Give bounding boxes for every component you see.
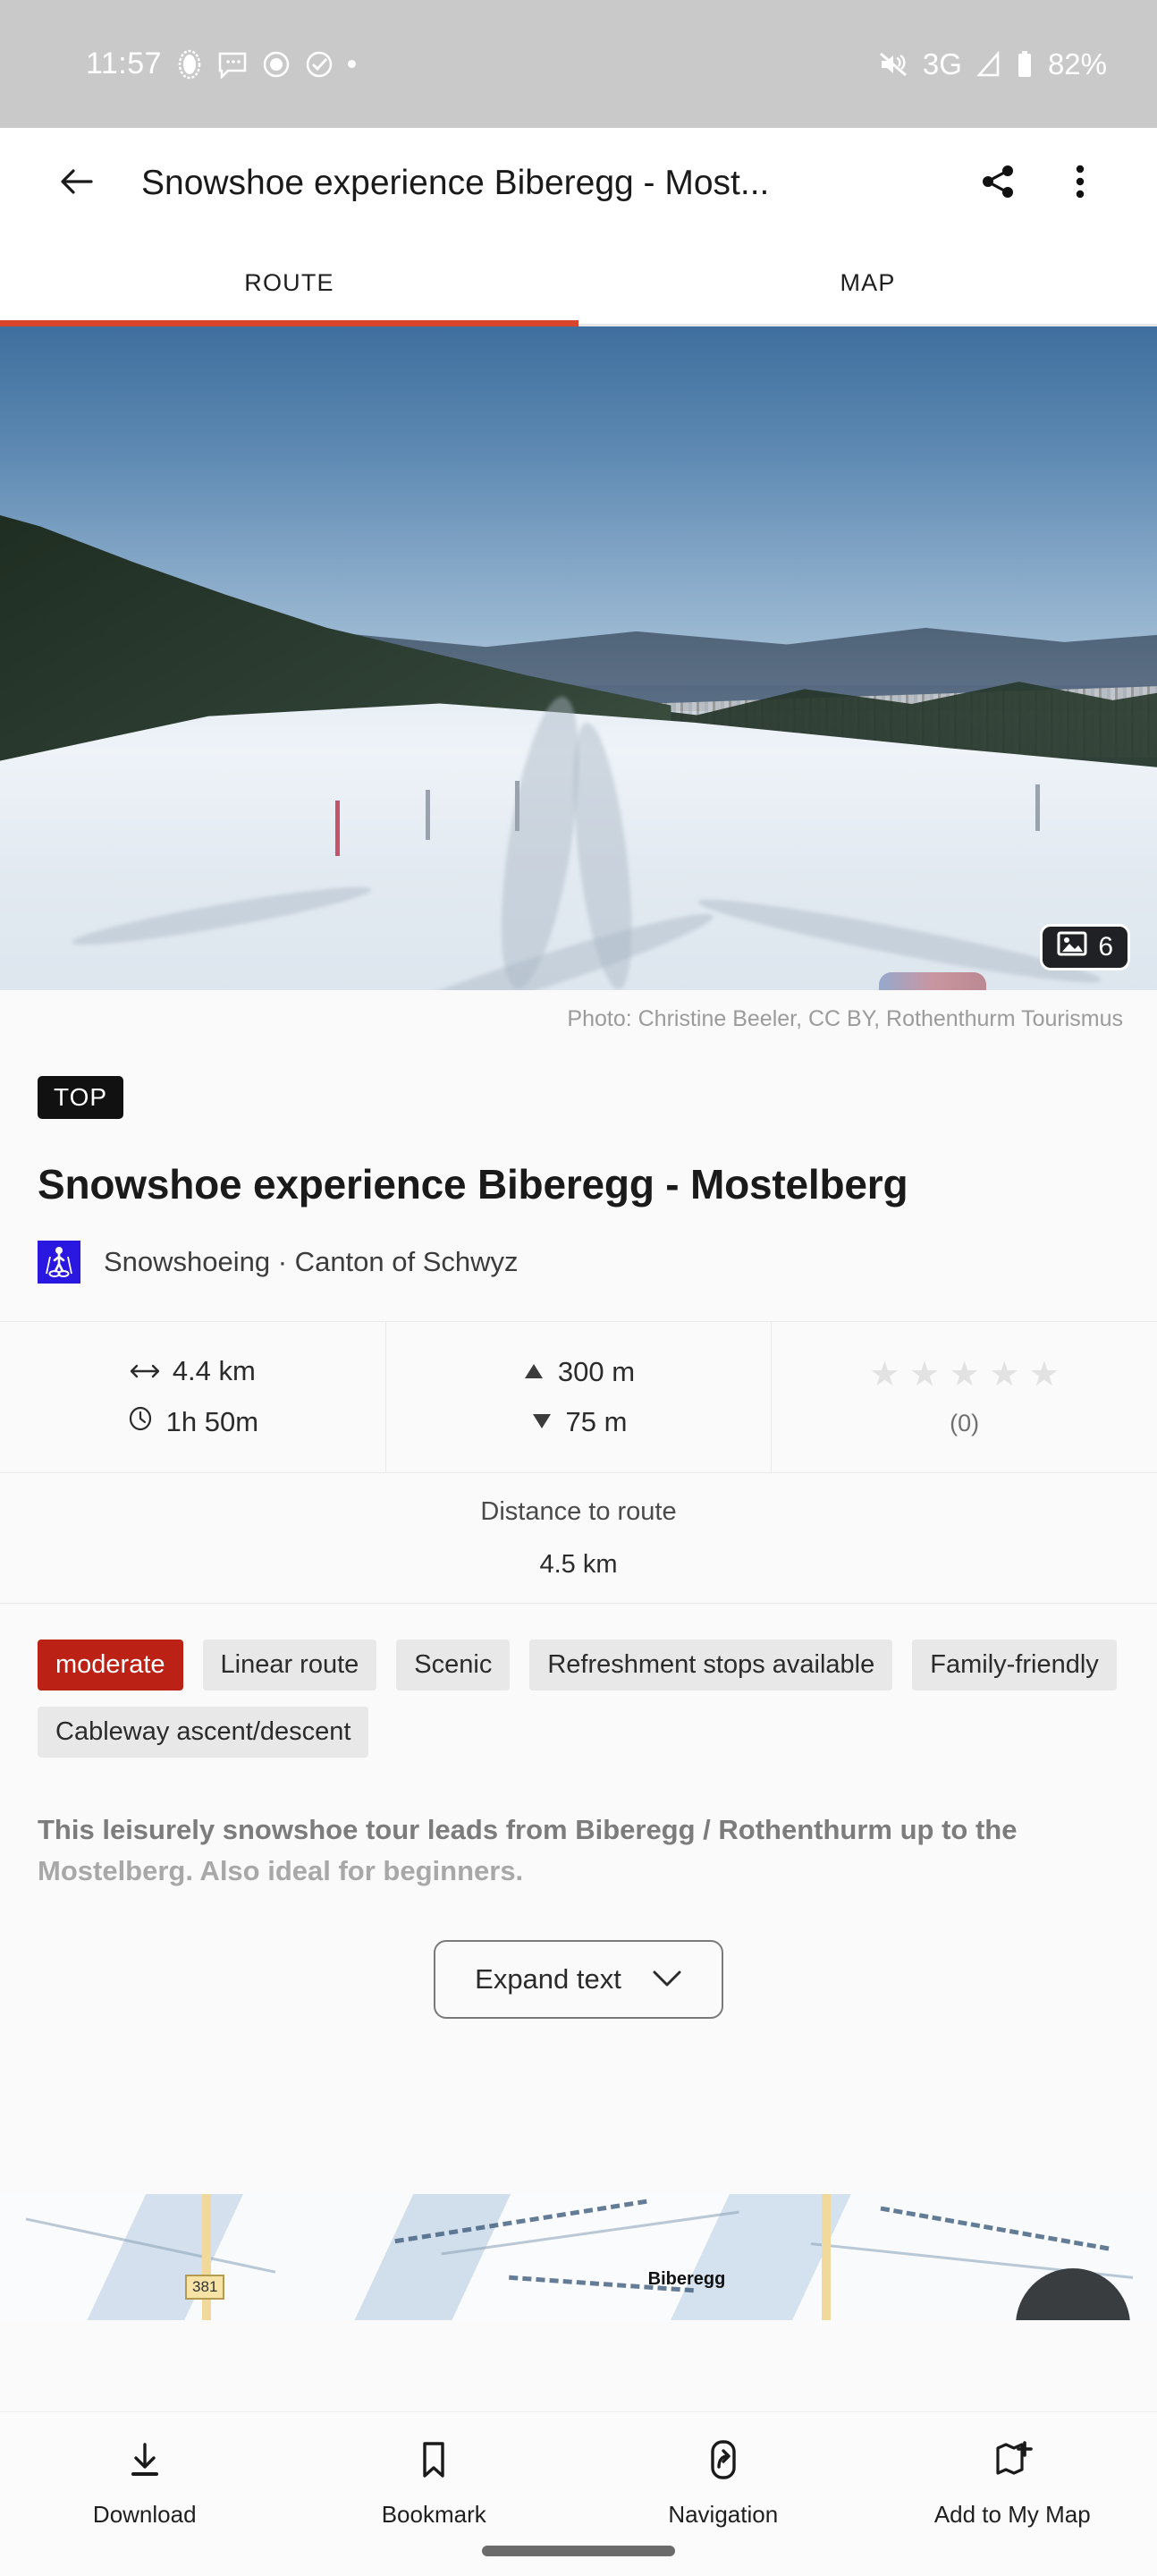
- ascent-value: 300 m: [557, 1356, 636, 1387]
- stat-ascent: 300 m: [522, 1356, 635, 1388]
- add-to-map-icon: [991, 2439, 1034, 2485]
- attribute-chips: moderate Linear route Scenic Refreshment…: [0, 1604, 1157, 1758]
- more-vertical-icon: [1073, 160, 1087, 208]
- status-bar-left: 11:57: [86, 47, 357, 81]
- app-screen: 11:57 3G 82% Snowshoe experience Bibereg…: [0, 0, 1157, 2576]
- stat-rating[interactable]: ★ ★ ★ ★ ★ (0): [771, 1322, 1157, 1472]
- descent-value: 75 m: [565, 1406, 628, 1437]
- expand-text-wrap: Expand text: [0, 1891, 1157, 2019]
- clock-icon: [127, 1405, 154, 1439]
- map-road: [821, 2193, 831, 2320]
- share-icon: [978, 162, 1018, 206]
- distance-arrows-icon: [130, 1355, 160, 1387]
- hero-photo[interactable]: 6: [0, 326, 1157, 990]
- app-toolbar: Snowshoe experience Biberegg - Most...: [0, 128, 1157, 239]
- tab-indicator-active: [0, 320, 578, 326]
- chip-linear-route[interactable]: Linear route: [202, 1640, 377, 1690]
- stat-duration: 1h 50m: [127, 1405, 258, 1439]
- chip-cableway[interactable]: Cableway ascent/descent: [38, 1707, 369, 1758]
- rating-count: (0): [950, 1409, 980, 1436]
- hero-hikers: [879, 972, 987, 990]
- route-header: TOP Snowshoe experience Biberegg - Moste…: [0, 1047, 1157, 1284]
- status-bar: 11:57 3G 82%: [0, 0, 1157, 128]
- add-to-my-map-label: Add to My Map: [933, 2501, 1091, 2528]
- tab-map[interactable]: MAP: [578, 239, 1157, 326]
- status-bar-right: 3G 82%: [878, 47, 1107, 81]
- stats-row: 4.4 km 1h 50m 300 m 75 m ★ ★ ★ ★ ★ (0): [0, 1321, 1157, 1473]
- description-line-2: Mostelberg. Also ideal for beginners.: [38, 1854, 524, 1886]
- category-label: Snowshoeing · Canton of Schwyz: [104, 1246, 519, 1277]
- small-dot-icon: [348, 60, 357, 68]
- stat-distance: 4.4 km: [130, 1355, 256, 1387]
- battery-icon: [1016, 50, 1034, 79]
- distance-value: 4.4 km: [172, 1355, 256, 1386]
- bottom-action-bar: Download Bookmark Navigation Add to My M…: [0, 2411, 1157, 2576]
- notification-oval-icon: [176, 49, 203, 80]
- expand-text-button[interactable]: Expand text: [434, 1939, 723, 2019]
- triangle-up-icon: [522, 1356, 545, 1388]
- bookmark-icon: [413, 2439, 454, 2485]
- navigation-button[interactable]: Navigation: [578, 2439, 868, 2529]
- chevron-down-icon: [652, 1963, 682, 1996]
- map-preview[interactable]: 381 Biberegg: [0, 2193, 1157, 2320]
- app-circle-icon: [262, 50, 291, 79]
- page-title: Snowshoe experience Biberegg - Most...: [141, 164, 770, 202]
- hero-marker-pole: [335, 801, 341, 856]
- battery-level: 82%: [1047, 47, 1107, 80]
- chip-difficulty[interactable]: moderate: [38, 1640, 183, 1690]
- tab-route[interactable]: ROUTE: [0, 239, 578, 326]
- duration-value: 1h 50m: [165, 1406, 259, 1437]
- category-row: Snowshoeing · Canton of Schwyz: [38, 1241, 1119, 1284]
- top-badge: TOP: [38, 1076, 124, 1119]
- map-road: [202, 2193, 212, 2320]
- triangle-down-icon: [530, 1406, 553, 1438]
- stat-descent: 75 m: [530, 1406, 628, 1438]
- stat-elevation: 300 m 75 m: [384, 1322, 772, 1472]
- expand-text-label: Expand text: [475, 1962, 621, 1995]
- volume-off-icon: [878, 51, 908, 78]
- image-icon: [1057, 930, 1087, 964]
- gesture-bar[interactable]: [482, 2546, 675, 2556]
- bookmark-label: Bookmark: [381, 2501, 486, 2528]
- content-spacer: [0, 2018, 1157, 2194]
- description-line-1: This leisurely snowshoe tour leads from …: [38, 1814, 1018, 1845]
- hero-marker-pole: [1035, 784, 1041, 831]
- photo-count-label: 6: [1098, 932, 1113, 962]
- photo-count-badge[interactable]: 6: [1040, 924, 1130, 970]
- distance-to-route: Distance to route 4.5 km: [0, 1473, 1157, 1604]
- message-icon: [217, 50, 248, 79]
- navigation-label: Navigation: [668, 2501, 779, 2528]
- download-label: Download: [92, 2501, 197, 2528]
- status-time: 11:57: [86, 47, 163, 80]
- stat-distance-duration: 4.4 km 1h 50m: [0, 1322, 385, 1472]
- hero-marker-pole: [426, 790, 431, 840]
- arrow-back-icon: [55, 160, 98, 208]
- snowshoeing-icon: [38, 1241, 80, 1284]
- signal-triangle-icon: [976, 50, 1001, 78]
- download-button[interactable]: Download: [0, 2439, 290, 2529]
- add-to-my-map-button[interactable]: Add to My Map: [868, 2439, 1157, 2529]
- check-circle-icon: [305, 50, 334, 79]
- chip-family-friendly[interactable]: Family-friendly: [912, 1640, 1117, 1690]
- share-button[interactable]: [957, 142, 1039, 225]
- chip-scenic[interactable]: Scenic: [396, 1640, 511, 1690]
- back-button[interactable]: [36, 142, 118, 225]
- bookmark-button[interactable]: Bookmark: [290, 2439, 579, 2529]
- distance-to-route-label: Distance to route: [480, 1496, 677, 1526]
- map-place-label: Biberegg: [647, 2269, 726, 2290]
- route-description: This leisurely snowshoe tour leads from …: [0, 1758, 1157, 1892]
- overflow-menu-button[interactable]: [1039, 142, 1121, 225]
- tab-bar: ROUTE MAP: [0, 239, 1157, 326]
- download-icon: [124, 2439, 165, 2485]
- chip-refreshment-stops[interactable]: Refreshment stops available: [529, 1640, 893, 1690]
- distance-to-route-value: 4.5 km: [539, 1549, 618, 1579]
- navigation-arrow-icon: [703, 2439, 744, 2485]
- rating-stars[interactable]: ★ ★ ★ ★ ★: [869, 1358, 1060, 1392]
- hero-marker-pole: [514, 781, 519, 831]
- photo-credit: Photo: Christine Beeler, CC BY, Rothenth…: [0, 990, 1157, 1047]
- map-road-shield: 381: [185, 2274, 225, 2300]
- network-type: 3G: [922, 47, 962, 80]
- route-title: Snowshoe experience Biberegg - Mostelber…: [38, 1161, 908, 1208]
